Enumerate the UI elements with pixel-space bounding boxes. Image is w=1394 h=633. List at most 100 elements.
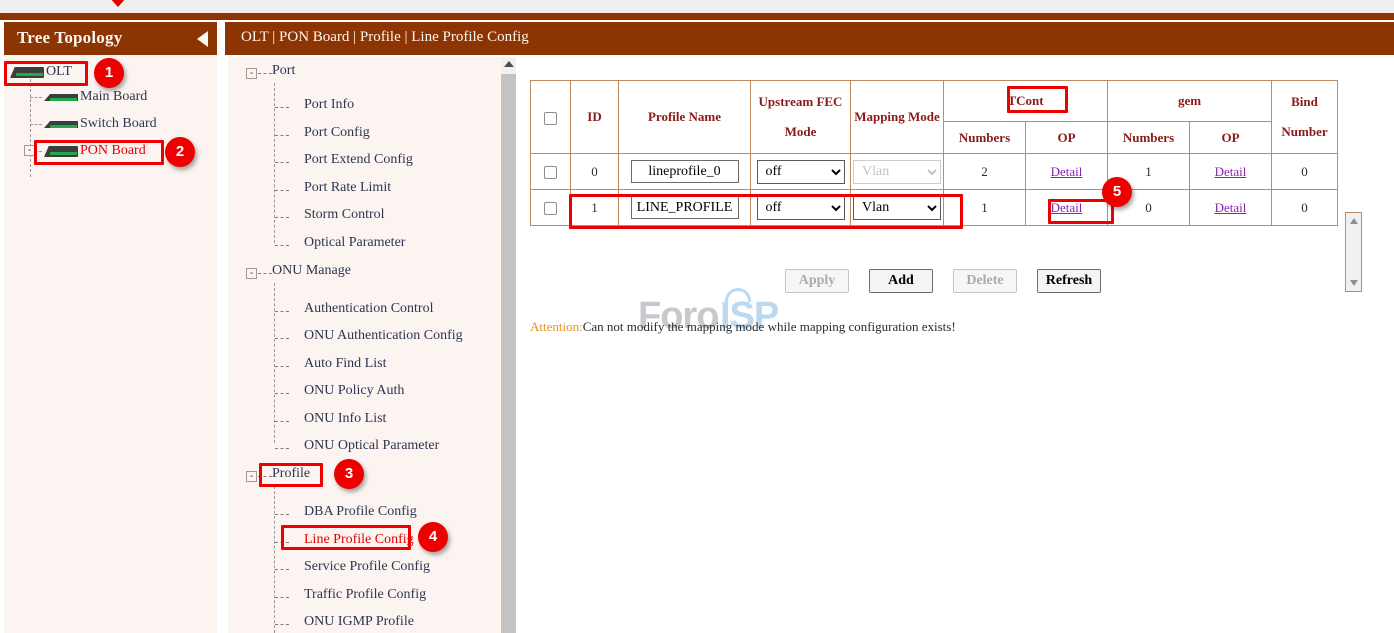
cell-upstream-fec: off [751,190,851,226]
tree-connector [275,624,289,625]
select-all-checkbox[interactable] [544,112,557,125]
line-profile-table: ID Profile Name Upstream FEC Mode Mappin… [530,80,1338,226]
tree-connector [30,97,42,98]
cell-upstream-fec: off [751,154,851,190]
mapping-mode-select[interactable]: Vlan [853,196,941,220]
nav-item-onu-policy-auth[interactable]: ONU Policy Auth [304,383,404,405]
tree-topology-title: Tree Topology [17,28,122,48]
table-row[interactable]: 0 off Vlan [531,154,1338,190]
tree-toggle-pon-board[interactable]: - [24,145,35,156]
nav-item-onu-authentication-config[interactable]: ONU Authentication Config [304,328,463,350]
cell-tcont-numbers: 1 [944,190,1026,226]
top-strip [0,0,1394,13]
nav-group-profile[interactable]: Profile [272,466,310,488]
gem-detail-link[interactable]: Detail [1215,200,1247,215]
refresh-button[interactable]: Refresh [1037,269,1101,293]
nav-tree-panel: - Port Port Info Port Config Port Extend… [228,57,516,633]
nav-item-line-profile-config[interactable]: Line Profile Config [304,532,414,554]
tcont-detail-link[interactable]: Detail [1051,164,1083,179]
line-profile-table-wrapper: ID Profile Name Upstream FEC Mode Mappin… [530,80,1372,226]
tree-connector [275,597,289,598]
scrollbar-thumb[interactable] [501,74,516,633]
tcont-detail-link[interactable]: Detail [1051,200,1083,215]
column-header-tcont-numbers: Numbers [944,122,1026,154]
annotation-badge-1: 1 [94,58,124,88]
tree-connector [275,217,289,218]
nav-group-onu-manage[interactable]: ONU Manage [272,263,351,285]
application-window: Tree Topology OLT Main Board Switch B [0,0,1394,633]
device-icon [42,119,80,131]
tree-connector [275,514,289,515]
nav-item-traffic-profile-config[interactable]: Traffic Profile Config [304,587,426,609]
scroll-up-arrow-icon[interactable] [1350,218,1358,224]
column-header-bind-number: Bind Number [1272,81,1338,154]
nav-item-port-rate-limit[interactable]: Port Rate Limit [304,180,391,202]
column-header-gem-op: OP [1190,122,1272,154]
apply-button[interactable]: Apply [785,269,849,293]
red-down-triangle-icon [108,0,128,7]
cell-mapping-mode: Vlan [851,154,944,190]
scroll-up-arrow-icon[interactable] [504,61,514,67]
nav-item-port-extend-config[interactable]: Port Extend Config [304,152,413,174]
select-all-header [531,81,571,154]
mapping-mode-select[interactable]: Vlan [853,160,941,184]
collapse-left-arrow-icon[interactable] [197,31,208,47]
nav-item-optical-parameter[interactable]: Optical Parameter [304,235,405,257]
tree-connector [275,542,289,543]
tree-connector [275,311,289,312]
annotation-badge-2: 2 [165,137,195,167]
nav-item-port-config[interactable]: Port Config [304,125,370,147]
profile-name-input[interactable] [631,196,739,219]
tree-connector [275,135,289,136]
nav-toggle-onu-manage[interactable]: - [246,268,257,279]
cell-tcont-numbers: 2 [944,154,1026,190]
row-checkbox[interactable] [544,166,557,179]
upstream-fec-select[interactable]: off [757,196,845,220]
upstream-fec-select[interactable]: off [757,160,845,184]
cell-id: 0 [571,154,619,190]
profile-name-input[interactable] [631,160,739,183]
cell-bind-number: 0 [1272,190,1338,226]
nav-item-auto-find-list[interactable]: Auto Find List [304,356,386,378]
column-header-tcont-op: OP [1026,122,1108,154]
nav-group-port[interactable]: Port [272,63,295,85]
nav-item-onu-igmp-profile[interactable]: ONU IGMP Profile [304,614,414,633]
column-header-tcont: TCont [944,81,1108,122]
column-header-upstream-fec-mode: Upstream FEC Mode [751,81,851,154]
nav-toggle-profile[interactable]: - [246,471,257,482]
cell-gem-op: Detail [1190,190,1272,226]
tree-connector [274,486,275,633]
attention-text: Can not modify the mapping mode while ma… [583,319,956,334]
delete-button[interactable]: Delete [953,269,1017,293]
cell-mapping-mode: Vlan [851,190,944,226]
column-header-mapping-mode: Mapping Mode [851,81,944,154]
nav-item-authentication-control[interactable]: Authentication Control [304,301,433,323]
nav-toggle-port[interactable]: - [246,68,257,79]
row-checkbox[interactable] [544,202,557,215]
gem-detail-link[interactable]: Detail [1215,164,1247,179]
nav-item-onu-info-list[interactable]: ONU Info List [304,411,386,433]
cell-id: 1 [571,190,619,226]
nav-tree-scrollbar[interactable] [501,57,516,633]
nav-item-service-profile-config[interactable]: Service Profile Config [304,559,430,581]
tree-connector [275,421,289,422]
tree-connector [274,283,275,443]
table-row[interactable]: 1 off Vlan [531,190,1338,226]
tree-connector [275,190,289,191]
tree-connector [258,73,272,74]
attention-message: Attention:Can not modify the mapping mod… [530,319,956,335]
tree-node-label: Switch Board [80,116,157,132]
tree-connector [275,393,289,394]
content-area: ID Profile Name Upstream FEC Mode Mappin… [519,57,1394,633]
nav-item-storm-control[interactable]: Storm Control [304,207,385,229]
column-header-id: ID [571,81,619,154]
nav-item-onu-optical-parameter[interactable]: ONU Optical Parameter [304,438,439,460]
tree-connector [275,448,289,449]
column-header-gem-numbers: Numbers [1108,122,1190,154]
annotation-badge-3: 3 [334,459,364,489]
nav-item-dba-profile-config[interactable]: DBA Profile Config [304,504,417,526]
nav-item-port-info[interactable]: Port Info [304,97,354,119]
tree-connector [258,476,272,477]
tree-topology-panel: Tree Topology OLT Main Board Switch B [4,22,217,633]
add-button[interactable]: Add [869,269,933,293]
